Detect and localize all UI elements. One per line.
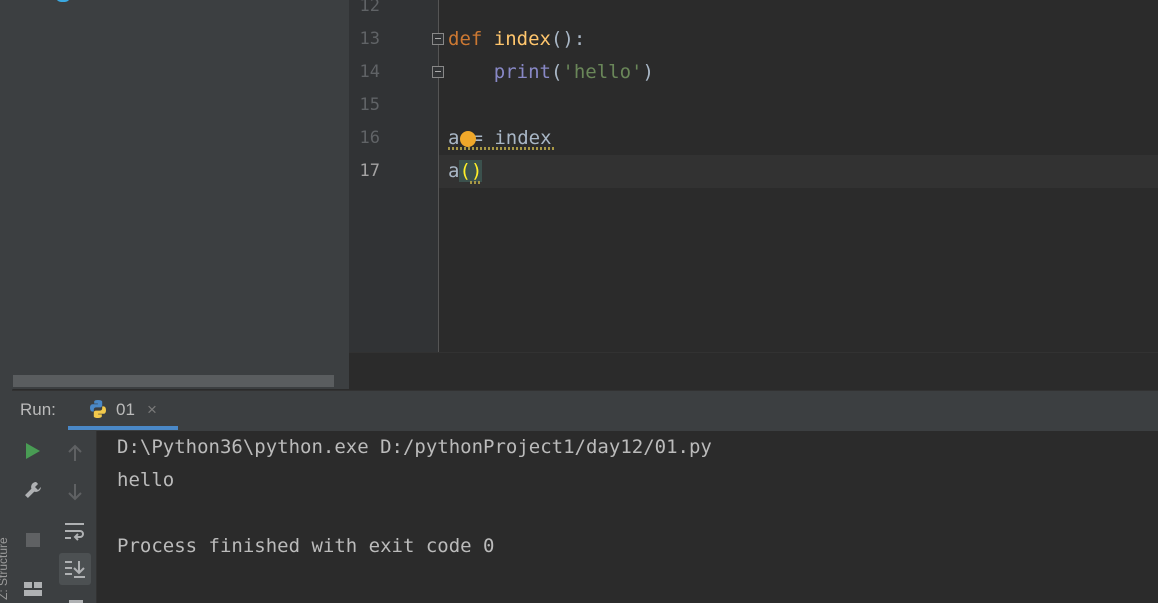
line-number: 15: [359, 95, 380, 115]
line-number: 13: [359, 29, 380, 49]
line-number: 12: [359, 0, 380, 16]
fold-marker-icon[interactable]: [432, 33, 444, 45]
editor-bottom-area: [349, 352, 1158, 390]
run-icon[interactable]: [19, 437, 47, 465]
run-tab-label: 01: [116, 400, 135, 419]
paren-close: ): [642, 61, 654, 83]
builtin-print: print: [493, 61, 551, 83]
run-panel-header: [12, 390, 1158, 432]
stop-icon[interactable]: [19, 526, 47, 554]
warning-underline: [448, 147, 556, 150]
call-brackets: (): [459, 160, 483, 182]
warning-underline: [470, 181, 482, 184]
scroll-to-end-icon[interactable]: [59, 553, 91, 585]
structure-tool-window-label[interactable]: Z: Structure: [0, 490, 10, 600]
line-number-current: 17: [359, 161, 380, 181]
gutter-divider: [438, 0, 439, 352]
code-line-13: def index():: [448, 23, 585, 56]
bulb-icon[interactable]: [460, 131, 476, 147]
project-horizontal-scrollbar[interactable]: [13, 375, 334, 387]
fold-marker-icon[interactable]: [432, 66, 444, 78]
keyword-def: def: [448, 28, 483, 50]
console-output-line: hello: [117, 469, 175, 491]
string-literal: 'hello': [562, 61, 643, 83]
variable-a: a: [448, 160, 460, 182]
paren-open: (: [550, 61, 563, 83]
line-number: 16: [359, 128, 380, 148]
variable-a: a: [448, 127, 460, 149]
console-command-line: D:\Python36\python.exe D:/pythonProject1…: [117, 436, 712, 458]
project-panel: [12, 0, 349, 389]
assignment-expr: = index: [471, 127, 552, 149]
punctuation: ():: [550, 28, 586, 50]
up-arrow-icon[interactable]: [61, 439, 89, 467]
current-line-highlight: [439, 155, 1158, 188]
close-icon[interactable]: ×: [147, 400, 157, 420]
line-number: 14: [359, 62, 380, 82]
function-name: index: [493, 28, 551, 50]
wrench-icon[interactable]: [19, 476, 47, 504]
console-exit-message: Process finished with exit code 0: [117, 535, 495, 557]
down-arrow-icon[interactable]: [61, 478, 89, 506]
code-line-14: print('hello'): [448, 56, 654, 89]
run-tab-underline: [68, 426, 178, 430]
python-icon: [90, 400, 106, 418]
run-label: Run:: [20, 400, 56, 419]
layout-icon[interactable]: [19, 575, 47, 603]
soft-wrap-icon[interactable]: [61, 517, 89, 545]
